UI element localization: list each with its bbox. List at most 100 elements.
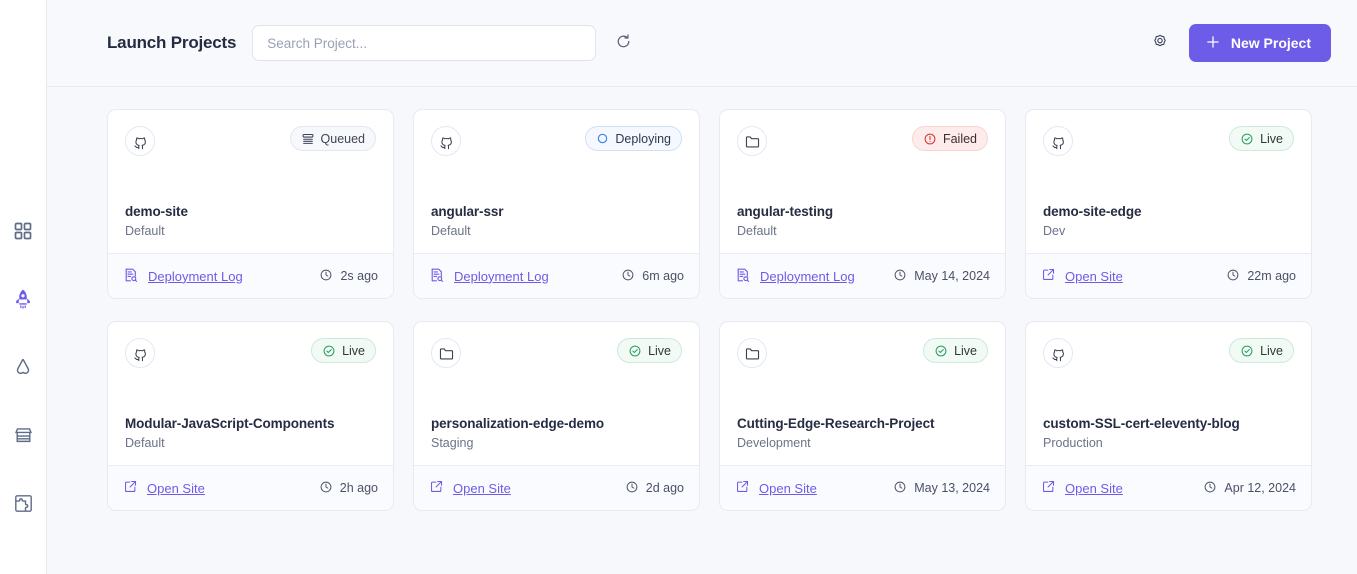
card-meta: demo-site Default (125, 204, 376, 253)
github-icon (1043, 338, 1073, 368)
clock-icon (319, 480, 333, 497)
status-badge: Queued (289, 126, 376, 151)
project-action-link[interactable]: Open Site (429, 479, 511, 497)
last-updated: 2s ago (319, 268, 378, 285)
sidebar-item-marketplace[interactable] (10, 422, 36, 448)
card-meta: personalization-edge-demo Staging (431, 416, 682, 465)
card-body: Queued demo-site Default (108, 110, 393, 253)
card-meta: Modular-JavaScript-Components Default (125, 416, 376, 465)
card-footer: Open Site 22m ago (1026, 253, 1311, 298)
card-body: Deploying angular-ssr Default (414, 110, 699, 253)
project-card[interactable]: Live Modular-JavaScript-Components Default… (107, 321, 394, 511)
status-badge-label: Live (954, 343, 977, 358)
project-action-link[interactable]: Deployment Log (123, 267, 243, 286)
folder-icon (737, 338, 767, 368)
project-environment: Production (1043, 436, 1103, 450)
page-header: Launch Projects Search Project... New Pr… (47, 0, 1357, 87)
project-action-label: Deployment Log (454, 268, 549, 284)
last-updated: Apr 12, 2024 (1203, 480, 1296, 497)
project-environment: Default (737, 224, 777, 238)
card-body: Live Cutting-Edge-Research-Project Develop… (720, 322, 1005, 465)
project-action-label: Open Site (1065, 268, 1123, 284)
project-action-label: Open Site (453, 480, 511, 496)
status-badge-label: Live (342, 343, 365, 358)
grid-dashboard-icon (13, 221, 33, 241)
status-badge-label: Live (1260, 343, 1283, 358)
last-updated-text: 22m ago (1247, 269, 1296, 283)
brand-logo-icon (12, 356, 34, 378)
status-badge: Live (311, 338, 376, 363)
app-root: Launch Projects Search Project... New Pr… (0, 0, 1357, 574)
project-action-link[interactable]: Open Site (123, 479, 205, 497)
project-action-link[interactable]: Open Site (1041, 479, 1123, 497)
alert-circle-icon (923, 132, 937, 146)
clock-icon (1203, 480, 1217, 497)
project-action-label: Open Site (759, 480, 817, 496)
card-footer: Open Site Apr 12, 2024 (1026, 465, 1311, 510)
status-badge-label: Failed (942, 131, 977, 146)
clock-icon (893, 480, 907, 497)
external-link-icon (123, 479, 138, 497)
gear-icon (1151, 33, 1169, 54)
card-header-row: Deploying (431, 126, 682, 156)
project-card[interactable]: Failed angular-testing Default Deployment L… (719, 109, 1006, 299)
project-name: demo-site (125, 203, 188, 219)
project-card[interactable]: Live personalization-edge-demo Staging Open… (413, 321, 700, 511)
project-action-link[interactable]: Open Site (735, 479, 817, 497)
status-badge: Failed (911, 126, 988, 151)
project-action-link[interactable]: Deployment Log (735, 267, 855, 286)
projects-grid: Queued demo-site Default Deployment Log 2s a… (107, 109, 1315, 511)
card-body: Live demo-site-edge Dev (1026, 110, 1311, 253)
new-project-label: New Project (1230, 35, 1311, 51)
project-environment: Default (431, 224, 471, 238)
external-link-icon (735, 479, 750, 497)
queue-list-icon (301, 132, 315, 146)
card-header-row: Queued (125, 126, 376, 156)
new-project-button[interactable]: New Project (1188, 24, 1331, 62)
project-action-link[interactable]: Open Site (1041, 267, 1123, 285)
project-environment: Default (125, 224, 165, 238)
status-badge-label: Live (1260, 131, 1283, 146)
sidebar-item-integrations[interactable] (10, 490, 36, 516)
last-updated: May 13, 2024 (893, 480, 990, 497)
project-card[interactable]: Live demo-site-edge Dev Open Site 22m ago (1025, 109, 1312, 299)
status-badge-label: Deploying (615, 131, 671, 146)
project-action-label: Deployment Log (148, 268, 243, 284)
github-icon (1043, 126, 1073, 156)
plus-icon (1205, 34, 1221, 53)
card-body: Live Modular-JavaScript-Components Default (108, 322, 393, 465)
card-meta: custom-SSL-cert-eleventy-blog Production (1043, 416, 1294, 465)
puzzle-icon (13, 493, 34, 514)
project-name: personalization-edge-demo (431, 415, 605, 431)
card-footer: Open Site May 13, 2024 (720, 465, 1005, 510)
sidebar-item-launch[interactable] (10, 286, 36, 312)
card-header-row: Failed (737, 126, 988, 156)
deployment-log-icon (429, 267, 445, 286)
sidebar-item-brand[interactable] (10, 354, 36, 380)
external-link-icon (1041, 267, 1056, 285)
project-card[interactable]: Deploying angular-ssr Default Deployment Lo… (413, 109, 700, 299)
github-icon (125, 338, 155, 368)
project-card[interactable]: Live Cutting-Edge-Research-Project Develop… (719, 321, 1006, 511)
project-card[interactable]: Live custom-SSL-cert-eleventy-blog Product… (1025, 321, 1312, 511)
status-badge: Deploying (585, 126, 682, 151)
settings-button[interactable] (1145, 28, 1175, 58)
card-body: Live custom-SSL-cert-eleventy-blog Product… (1026, 322, 1311, 465)
refresh-icon (615, 33, 632, 53)
project-action-link[interactable]: Deployment Log (429, 267, 549, 286)
card-meta: angular-testing Default (737, 204, 988, 253)
folder-icon (431, 338, 461, 368)
search-input[interactable] (252, 25, 597, 61)
refresh-button[interactable] (608, 28, 638, 58)
sidebar-item-dashboard[interactable] (10, 218, 36, 244)
last-updated-text: 2h ago (339, 481, 378, 495)
card-footer: Deployment Log 6m ago (414, 253, 699, 298)
clock-icon (893, 268, 907, 285)
project-name: Modular-JavaScript-Components (125, 415, 335, 431)
project-card[interactable]: Queued demo-site Default Deployment Log 2s a… (107, 109, 394, 299)
project-environment: Dev (1043, 224, 1066, 238)
project-action-label: Deployment Log (760, 268, 855, 284)
main-area: Launch Projects Search Project... New Pr… (46, 0, 1357, 574)
circle-icon (596, 132, 609, 145)
search-container (252, 25, 597, 61)
